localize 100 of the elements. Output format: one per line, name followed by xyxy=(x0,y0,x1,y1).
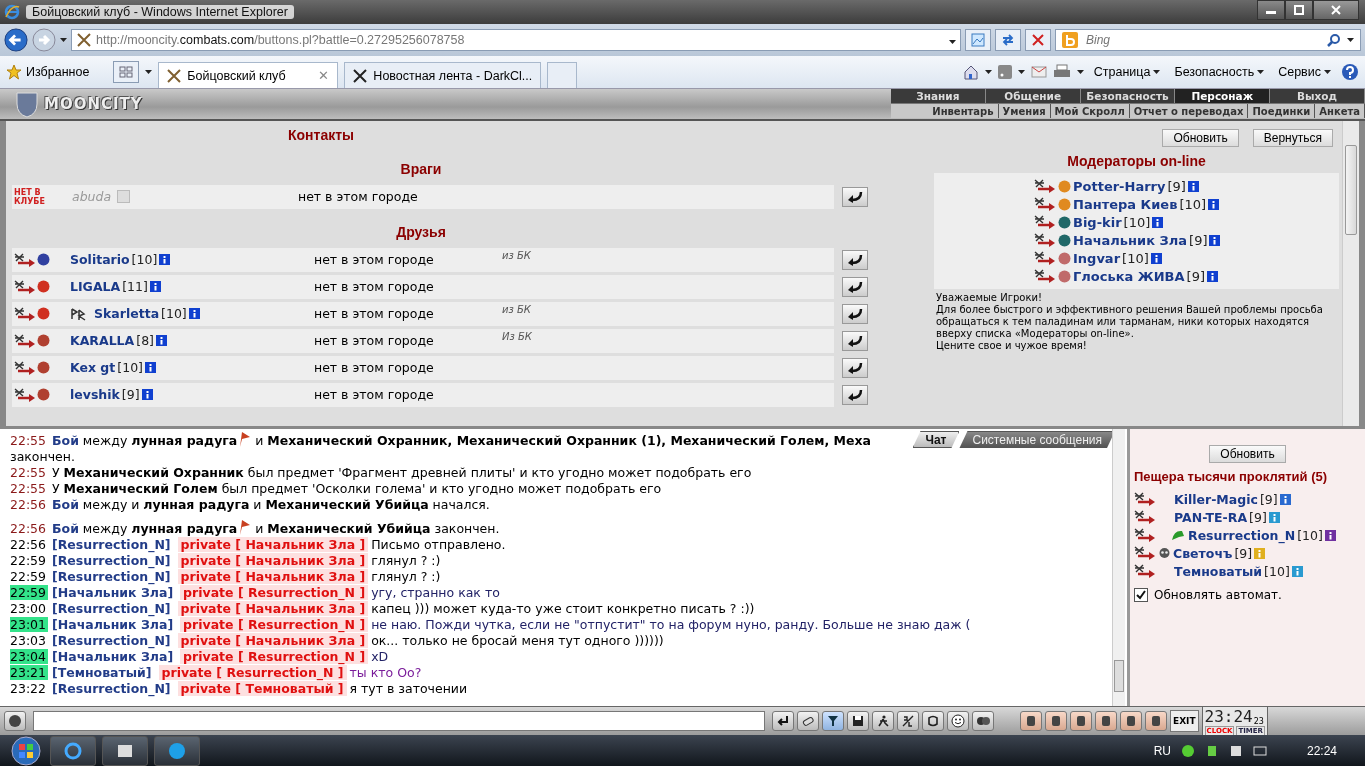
info-icon[interactable] xyxy=(1324,529,1336,541)
help-icon[interactable] xyxy=(1341,63,1359,81)
pl-button[interactable] xyxy=(897,711,919,731)
nav-submenu-link[interactable]: Умения xyxy=(998,104,1051,118)
reply-button[interactable] xyxy=(842,186,868,207)
box-button[interactable] xyxy=(1120,711,1142,731)
eraser-button[interactable] xyxy=(797,711,819,731)
info-icon[interactable] xyxy=(156,335,167,346)
sword-arrow-icon[interactable] xyxy=(14,387,36,402)
user-name[interactable]: Killer-Magic xyxy=(1174,491,1258,507)
moderator-name[interactable]: Potter-Harry xyxy=(1073,178,1166,194)
menu-button[interactable]: Безопасность xyxy=(1170,65,1269,79)
contact-name[interactable]: LIGALA xyxy=(70,279,121,294)
user-name[interactable]: Светочъ xyxy=(1173,545,1233,561)
contact-name[interactable]: Kex gt xyxy=(70,360,116,375)
floppy-button[interactable] xyxy=(847,711,869,731)
panel-button[interactable]: Вернуться xyxy=(1252,129,1333,147)
sword-arrow-icon[interactable] xyxy=(1034,251,1056,265)
caret-icon[interactable] xyxy=(145,70,153,74)
taskbar-button[interactable] xyxy=(154,735,200,766)
browser-tab[interactable]: Бойцовский клуб ✕ xyxy=(158,62,339,88)
browser-tab[interactable]: Новостная лента - DarkCl... xyxy=(344,62,542,88)
refresh-button[interactable]: Обновить xyxy=(1209,445,1286,463)
info-icon[interactable] xyxy=(1208,198,1220,210)
info-icon[interactable] xyxy=(141,389,153,400)
moderator-name[interactable]: Пантера Киев xyxy=(1073,196,1178,212)
reply-button[interactable] xyxy=(842,357,868,378)
chat-input[interactable] xyxy=(33,711,765,731)
close-button[interactable] xyxy=(1313,0,1359,20)
nav-submenu-link[interactable]: Инвентарь xyxy=(928,104,999,118)
sound-button[interactable] xyxy=(922,711,944,731)
info-icon[interactable] xyxy=(144,362,156,373)
mail-icon[interactable] xyxy=(1030,66,1047,78)
sword-arrow-icon[interactable] xyxy=(14,306,36,321)
contact-name[interactable]: KARALLA xyxy=(70,333,135,348)
reply-button[interactable] xyxy=(842,276,868,297)
reply-button[interactable] xyxy=(842,249,868,270)
panel-button[interactable]: Обновить xyxy=(1162,129,1239,147)
info-icon[interactable] xyxy=(1187,180,1199,192)
smiley-button[interactable] xyxy=(947,711,969,731)
nav-menu-item[interactable]: Персонаж xyxy=(1175,89,1271,103)
user-name[interactable]: PAN-TE-RA xyxy=(1174,509,1248,525)
sword-arrow-icon[interactable] xyxy=(1034,197,1056,211)
sword-arrow-icon[interactable] xyxy=(1134,510,1156,524)
tab-close-button[interactable]: ✕ xyxy=(318,68,330,83)
scrollbar[interactable] xyxy=(1112,429,1125,706)
info-icon[interactable] xyxy=(1207,270,1218,282)
user-name[interactable]: Темноватый xyxy=(1174,563,1263,579)
favorites-button[interactable]: Избранное xyxy=(6,64,90,80)
tray-icon[interactable] xyxy=(1228,743,1243,758)
moderator-name[interactable]: Глоська ЖИВА xyxy=(1073,268,1185,284)
compatibility-button[interactable] xyxy=(965,29,991,51)
filter-button[interactable] xyxy=(822,711,844,731)
chat-tab[interactable]: Чат xyxy=(912,431,960,448)
sword-arrow-icon[interactable] xyxy=(14,360,36,375)
info-icon[interactable] xyxy=(1209,234,1221,246)
reply-button[interactable] xyxy=(842,303,868,324)
taskbar-button[interactable] xyxy=(102,735,148,766)
auto-refresh-checkbox[interactable] xyxy=(1134,588,1148,602)
search-box[interactable]: Bing xyxy=(1055,29,1361,51)
sword-arrow-icon[interactable] xyxy=(1034,215,1056,229)
refresh-button[interactable] xyxy=(995,29,1021,51)
info-icon[interactable] xyxy=(159,254,171,265)
caret-icon[interactable] xyxy=(984,70,992,74)
reply-button[interactable] xyxy=(842,330,868,351)
reply-button[interactable] xyxy=(842,384,868,405)
runner-button[interactable] xyxy=(872,711,894,731)
caret-icon[interactable] xyxy=(1153,70,1161,74)
sword-arrow-icon[interactable] xyxy=(1034,269,1056,283)
sword-arrow-icon[interactable] xyxy=(14,279,36,294)
exit-button[interactable]: EXIT xyxy=(1170,710,1199,732)
head-button[interactable] xyxy=(4,711,26,731)
info-icon[interactable] xyxy=(149,281,161,292)
scroll-button[interactable] xyxy=(1045,711,1067,731)
printer-icon[interactable] xyxy=(1052,64,1071,80)
home-icon[interactable] xyxy=(962,64,979,80)
sword-arrow-icon[interactable] xyxy=(1134,546,1156,560)
start-button[interactable] xyxy=(8,735,44,766)
user-name[interactable]: Resurrection_N xyxy=(1188,527,1296,543)
contact-name[interactable]: Skarletta xyxy=(94,306,160,321)
caret-icon[interactable] xyxy=(1076,70,1084,74)
stop-button[interactable] xyxy=(1025,29,1051,51)
nav-submenu-link[interactable]: Поединки xyxy=(1248,104,1316,118)
tab-label[interactable]: Бойцовский клуб xyxy=(187,68,286,83)
sword-arrow-icon[interactable] xyxy=(1134,528,1156,542)
helm-button[interactable] xyxy=(1095,711,1117,731)
info-icon[interactable] xyxy=(1279,493,1291,505)
moderator-name[interactable]: Начальник Зла xyxy=(1073,232,1188,248)
moderator-name[interactable]: Ingvar xyxy=(1073,250,1121,266)
info-icon[interactable] xyxy=(188,308,200,319)
nav-submenu-link[interactable]: Отчет о переводах xyxy=(1129,104,1249,118)
moderator-name[interactable]: Big-kir xyxy=(1073,214,1122,230)
taskbar-clock[interactable]: 22:24 xyxy=(1306,743,1337,758)
quick-tabs-button[interactable] xyxy=(113,61,140,83)
sword-arrow-icon[interactable] xyxy=(1134,492,1156,506)
language-indicator[interactable]: RU xyxy=(1153,743,1171,758)
nav-submenu-link[interactable]: Мой Скролл xyxy=(1050,104,1130,118)
caret-icon[interactable] xyxy=(60,38,67,42)
info-icon[interactable] xyxy=(1152,216,1164,228)
tray-icon[interactable] xyxy=(1180,743,1195,758)
